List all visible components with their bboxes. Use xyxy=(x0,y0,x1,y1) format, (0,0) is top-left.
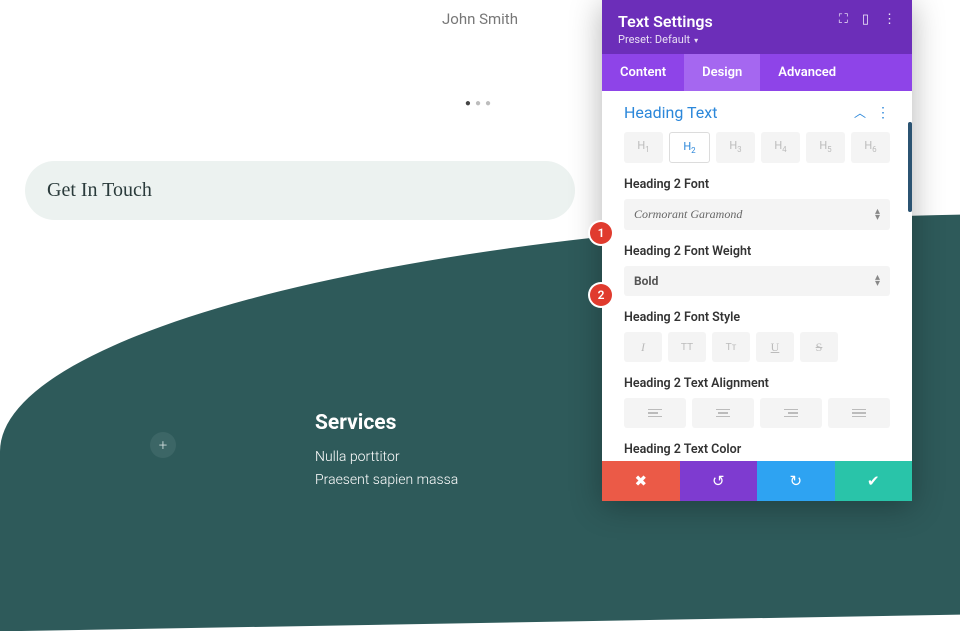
undo-button[interactable]: ↺ xyxy=(680,461,758,501)
align-justify-button[interactable] xyxy=(828,398,890,428)
font-label: Heading 2 Font xyxy=(624,177,890,192)
uppercase-button[interactable]: TT xyxy=(668,332,706,362)
responsive-icon[interactable]: ▯ xyxy=(862,12,869,27)
heading-tab-h6[interactable]: H6 xyxy=(851,132,890,163)
section-menu-icon[interactable]: ⋮ xyxy=(876,110,890,116)
caret-icon xyxy=(875,275,880,287)
section-heading-text[interactable]: Heading Text xyxy=(624,103,717,122)
caret-icon xyxy=(875,209,880,221)
service-item[interactable]: Nulla porttitor xyxy=(315,449,458,465)
smallcaps-button[interactable]: Tᴛ xyxy=(712,332,750,362)
heading-tab-h3[interactable]: H3 xyxy=(716,132,755,163)
get-in-touch-module[interactable]: Get In Touch xyxy=(25,161,575,220)
strikethrough-button[interactable]: S xyxy=(800,332,838,362)
annotation-badge-1: 1 xyxy=(590,222,612,244)
heading-tab-h5[interactable]: H5 xyxy=(806,132,845,163)
tab-advanced[interactable]: Advanced xyxy=(760,54,854,91)
panel-footer: ✖ ↺ ↻ ✔ xyxy=(602,461,912,501)
preset-dropdown[interactable]: Preset: Default xyxy=(618,33,713,46)
heading-tab-h4[interactable]: H4 xyxy=(761,132,800,163)
font-select[interactable]: Cormorant Garamond xyxy=(624,199,890,230)
panel-header[interactable]: Text Settings Preset: Default ⛶ ▯ ⋮ xyxy=(602,0,912,54)
scrollbar-thumb[interactable] xyxy=(908,122,912,212)
weight-select[interactable]: Bold xyxy=(624,266,890,296)
style-label: Heading 2 Font Style xyxy=(624,310,890,325)
panel-body: Heading Text ︿ ⋮ H1 H2 H3 H4 H5 H6 Headi… xyxy=(602,91,912,461)
expand-icon[interactable]: ⛶ xyxy=(839,12,848,27)
tab-design[interactable]: Design xyxy=(684,54,760,91)
heading-tab-h1[interactable]: H1 xyxy=(624,132,663,163)
align-center-button[interactable] xyxy=(692,398,754,428)
collapse-icon[interactable]: ︿ xyxy=(854,104,866,121)
align-right-button[interactable] xyxy=(760,398,822,428)
menu-icon[interactable]: ⋮ xyxy=(883,12,896,27)
panel-title: Text Settings xyxy=(618,12,713,31)
service-item[interactable]: Praesent sapien massa xyxy=(315,472,458,488)
services-title: Services xyxy=(315,411,458,435)
alignment-label: Heading 2 Text Alignment xyxy=(624,376,890,391)
heading-level-tabs: H1 H2 H3 H4 H5 H6 xyxy=(602,132,912,177)
weight-label: Heading 2 Font Weight xyxy=(624,244,890,259)
tab-content[interactable]: Content xyxy=(602,54,684,91)
settings-tabs: Content Design Advanced xyxy=(602,54,912,91)
redo-button[interactable]: ↻ xyxy=(757,461,835,501)
get-in-touch-heading: Get In Touch xyxy=(47,179,553,202)
heading-tab-h2[interactable]: H2 xyxy=(669,132,710,163)
footer-services: Services Nulla porttitor Praesent sapien… xyxy=(315,411,458,495)
underline-button[interactable]: U xyxy=(756,332,794,362)
color-label: Heading 2 Text Color xyxy=(602,442,912,457)
annotation-badge-2: 2 xyxy=(590,284,612,306)
cancel-button[interactable]: ✖ xyxy=(602,461,680,501)
save-button[interactable]: ✔ xyxy=(835,461,913,501)
italic-button[interactable]: I xyxy=(624,332,662,362)
settings-panel: Text Settings Preset: Default ⛶ ▯ ⋮ Cont… xyxy=(602,0,912,501)
add-module-button[interactable]: + xyxy=(150,432,176,458)
align-left-button[interactable] xyxy=(624,398,686,428)
